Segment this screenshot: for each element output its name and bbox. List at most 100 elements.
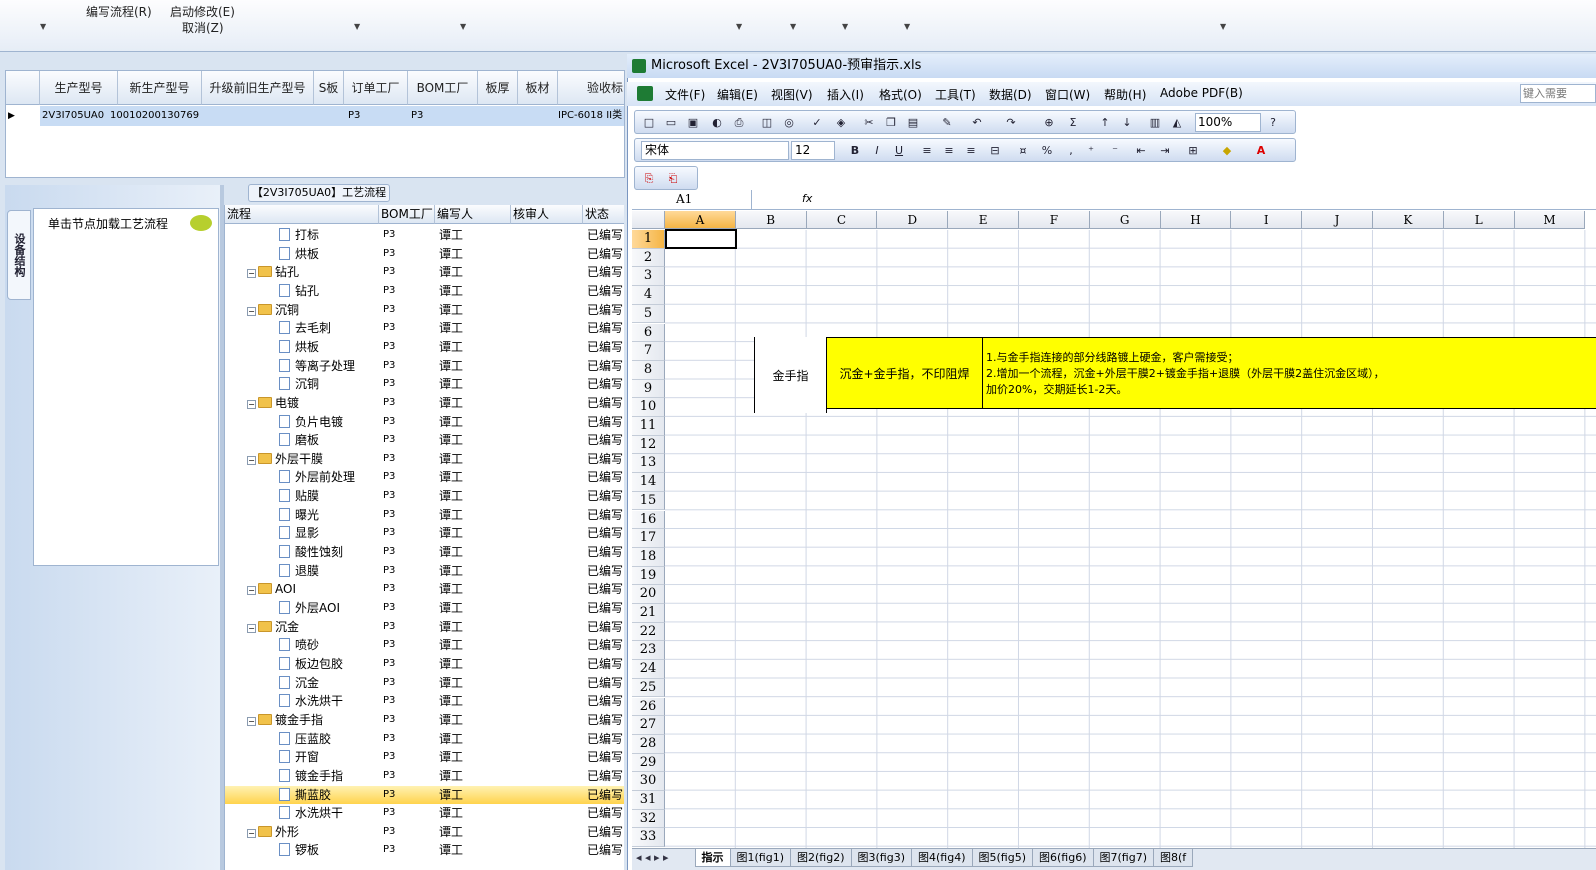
tree-row[interactable]: 水洗烘干 P3 谭工 已编写 <box>225 692 624 711</box>
column-header-m[interactable]: M <box>1514 211 1586 229</box>
row-header[interactable]: 33 <box>632 828 665 848</box>
chevron-down-icon[interactable]: ▼ <box>460 22 466 31</box>
row-header[interactable]: 25 <box>632 678 665 698</box>
chevron-down-icon[interactable]: ▼ <box>40 22 46 31</box>
tree-node[interactable]: − 电镀 <box>247 394 379 413</box>
start-modify-button[interactable]: 启动修改(E) <box>170 3 235 20</box>
redo-icon[interactable]: ↷ <box>1003 115 1019 130</box>
tree-node[interactable]: 镀金手指 <box>279 767 379 786</box>
currency-icon[interactable]: ¤ <box>1015 143 1031 158</box>
tree-row[interactable]: 外层AOI P3 谭工 已编写 <box>225 599 624 618</box>
collapse-icon[interactable]: − <box>247 455 256 465</box>
drawing-icon[interactable]: ◭ <box>1169 115 1185 130</box>
tree-row-selected[interactable]: 撕蓝胶 P3 谭工 已编写 <box>225 785 624 805</box>
open-icon[interactable]: ▭ <box>663 115 679 130</box>
pdf-create-icon[interactable]: ⎘ <box>641 171 657 186</box>
sheet-tab[interactable]: 图1(fig1) <box>729 849 791 867</box>
tree-row[interactable]: − AOI P3 谭工 已编写 <box>225 580 624 599</box>
tree-node[interactable]: 曝光 <box>279 506 379 525</box>
row-header[interactable]: 13 <box>632 454 665 474</box>
tree-row[interactable]: 酸性蚀刻 P3 谭工 已编写 <box>225 543 624 562</box>
tree-row[interactable]: 水洗烘干 P3 谭工 已编写 <box>225 804 624 823</box>
tree-row[interactable]: 板边包胶 P3 谭工 已编写 <box>225 655 624 674</box>
tree-row[interactable]: 沉铜 P3 谭工 已编写 <box>225 375 624 394</box>
menu-tools[interactable]: 工具(T) <box>935 86 976 103</box>
print-icon[interactable]: ⎙ <box>731 115 747 130</box>
cell-new-model[interactable]: 10010200130769 <box>108 106 204 126</box>
tree-header[interactable]: BOM工厂 <box>379 205 435 224</box>
row-header[interactable]: 27 <box>632 716 665 735</box>
tree-node[interactable]: 等离子处理 <box>279 357 379 376</box>
row-header[interactable]: 23 <box>632 641 665 661</box>
row-header[interactable]: 4 <box>632 286 665 305</box>
column-header-i[interactable]: I <box>1231 211 1303 229</box>
menu-adobe-pdf[interactable]: Adobe PDF(B) <box>1160 86 1243 100</box>
row-indicator-icon[interactable]: ▶ <box>6 106 40 126</box>
help-search-input[interactable]: 键入需要 <box>1520 84 1596 103</box>
collapse-icon[interactable]: − <box>247 399 256 409</box>
row-header[interactable]: 28 <box>632 734 665 754</box>
tree-node[interactable]: 水洗烘干 <box>279 692 379 711</box>
column-header[interactable]: BOM工厂 <box>408 71 478 105</box>
row-header[interactable]: 21 <box>632 604 665 623</box>
collapse-icon[interactable]: − <box>247 623 256 633</box>
cell-requirement[interactable]: 沉金+金手指，不印阻焊 <box>827 337 982 409</box>
new-icon[interactable]: □ <box>641 115 657 130</box>
column-header-j[interactable]: J <box>1302 211 1373 229</box>
bold-icon[interactable]: B <box>847 143 863 158</box>
fill-color-icon[interactable]: ◆ <box>1219 143 1235 158</box>
row-header[interactable]: 14 <box>632 473 665 492</box>
sheet-tab[interactable]: 图6(fig6) <box>1032 849 1094 867</box>
tree-row[interactable]: 沉金 P3 谭工 已编写 <box>225 674 624 693</box>
percent-icon[interactable]: % <box>1039 143 1055 158</box>
tree-node[interactable]: 烘板 <box>279 245 379 264</box>
menu-file[interactable]: 文件(F) <box>665 86 705 103</box>
tree-node[interactable]: 喷砂 <box>279 636 379 655</box>
tree-row[interactable]: 贴膜 P3 谭工 已编写 <box>225 487 624 506</box>
borders-icon[interactable]: ⊞ <box>1185 143 1201 158</box>
sort-ascending-icon[interactable]: ↑ <box>1097 115 1113 130</box>
tree-row[interactable]: 锣板 P3 谭工 已编写 <box>225 841 624 860</box>
font-color-icon[interactable]: A <box>1253 143 1269 158</box>
column-header[interactable]: S板 <box>314 71 344 105</box>
sheet-tab[interactable]: 图4(fig4) <box>911 849 973 867</box>
side-tab-equipment[interactable]: 设备结构 <box>7 210 31 300</box>
column-header[interactable]: 升级前旧生产型号 <box>202 71 314 105</box>
print-preview-icon[interactable]: ◫ <box>759 115 775 130</box>
tree-row[interactable]: 烘板 P3 谭工 已编写 <box>225 338 624 357</box>
decrease-indent-icon[interactable]: ⇤ <box>1133 143 1149 158</box>
cell-bom-factory[interactable]: P3 <box>409 106 449 126</box>
sheet-tab[interactable]: 图8(f <box>1153 849 1194 867</box>
row-header[interactable]: 8 <box>632 360 665 380</box>
font-select[interactable]: 宋体 <box>641 141 789 160</box>
menu-data[interactable]: 数据(D) <box>989 86 1032 103</box>
name-box[interactable]: A1 <box>632 190 752 209</box>
column-header[interactable]: 生产型号 <box>40 71 118 105</box>
tree-header[interactable]: 流程 <box>225 205 379 224</box>
cell-model[interactable]: 2V3I705UA0 <box>40 106 118 126</box>
tree-row[interactable]: − 镀金手指 P3 谭工 已编写 <box>225 711 624 730</box>
collapse-icon[interactable]: − <box>247 306 256 316</box>
tree-row[interactable]: − 沉金 P3 谭工 已编写 <box>225 618 624 637</box>
collapse-icon[interactable]: − <box>247 828 256 838</box>
tree-node[interactable]: 酸性蚀刻 <box>279 543 379 562</box>
align-right-icon[interactable]: ≡ <box>963 143 979 158</box>
tree-node[interactable]: − 外形 <box>247 823 379 842</box>
column-header-d[interactable]: D <box>877 211 949 229</box>
tree-node[interactable]: − 沉金 <box>247 618 379 637</box>
chevron-down-icon[interactable]: ▼ <box>842 22 848 31</box>
collapse-icon[interactable]: − <box>247 269 256 279</box>
underline-icon[interactable]: U <box>891 143 907 158</box>
tree-node[interactable]: 烘板 <box>279 338 379 357</box>
tree-row[interactable]: 显影 P3 谭工 已编写 <box>225 524 624 543</box>
tree-node[interactable]: 板边包胶 <box>279 655 379 674</box>
chart-wizard-icon[interactable]: ▥ <box>1147 115 1163 130</box>
tree-header[interactable]: 核审人 <box>511 205 583 224</box>
tree-node[interactable]: − 沉铜 <box>247 301 379 320</box>
tree-node[interactable]: 压蓝胶 <box>279 730 379 749</box>
pdf-mail-icon[interactable]: ⎗ <box>665 171 681 186</box>
tree-node[interactable]: 撕蓝胶 <box>279 786 379 805</box>
paste-icon[interactable]: ▤ <box>905 115 921 130</box>
row-header[interactable]: 10 <box>632 398 665 417</box>
row-header[interactable]: 2 <box>632 248 665 268</box>
